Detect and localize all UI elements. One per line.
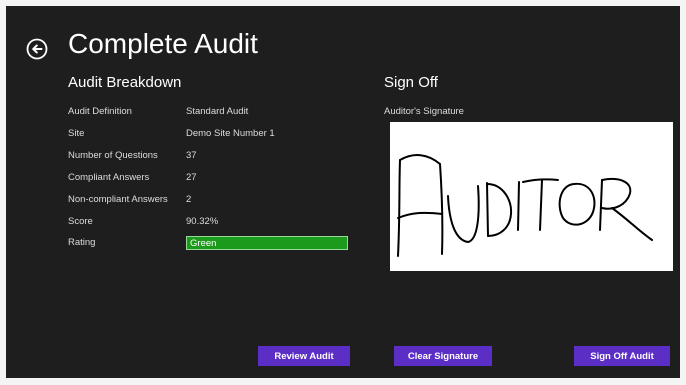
- review-audit-button[interactable]: Review Audit: [258, 346, 350, 366]
- audit-definition-value: Standard Audit: [186, 106, 249, 117]
- page-title: Complete Audit: [68, 28, 258, 59]
- rating-badge: Green: [186, 236, 348, 250]
- app-screen: Complete Audit Audit Breakdown Audit Def…: [6, 6, 680, 378]
- back-arrow-icon: [26, 38, 48, 60]
- clear-signature-button[interactable]: Clear Signature: [394, 346, 492, 366]
- score-value: 90.32%: [186, 216, 219, 227]
- handwritten-signature: [397, 154, 653, 257]
- non-compliant-answers-label: Non-compliant Answers: [68, 194, 168, 205]
- site-value: Demo Site Number 1: [186, 128, 275, 139]
- audit-definition-label: Audit Definition: [68, 106, 132, 117]
- signature-pad[interactable]: [390, 122, 673, 271]
- rating-value: Green: [190, 238, 217, 249]
- compliant-answers-label: Compliant Answers: [68, 172, 150, 183]
- non-compliant-answers-value: 2: [186, 194, 192, 205]
- question-count-value: 37: [186, 150, 197, 161]
- signature-label: Auditor's Signature: [384, 106, 464, 117]
- sign-off-title: Sign Off: [384, 74, 438, 91]
- sign-off-audit-button[interactable]: Sign Off Audit: [574, 346, 670, 366]
- site-label: Site: [68, 128, 85, 139]
- question-count-label: Number of Questions: [68, 150, 158, 161]
- back-button[interactable]: [26, 38, 48, 60]
- score-label: Score: [68, 216, 93, 227]
- compliant-answers-value: 27: [186, 172, 197, 183]
- audit-breakdown-title: Audit Breakdown: [68, 74, 182, 91]
- rating-label: Rating: [68, 237, 96, 248]
